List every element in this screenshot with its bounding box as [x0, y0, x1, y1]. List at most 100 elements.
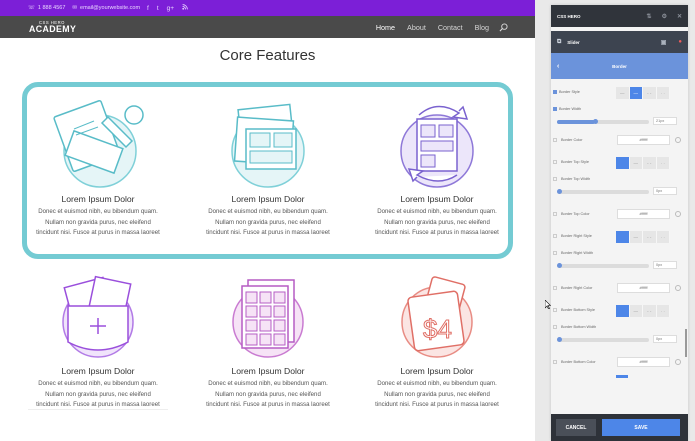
style-selector[interactable]: — - - · ·	[616, 157, 670, 169]
style-option[interactable]: —	[629, 231, 643, 243]
feature-text: Donec et euismod nibh, eu bibendum quam.…	[36, 380, 160, 408]
reset-icon[interactable]	[675, 359, 681, 365]
sync-layout-icon	[400, 105, 474, 188]
style-option[interactable]: - -	[643, 157, 657, 169]
style-option[interactable]: · ·	[656, 305, 670, 317]
style-option[interactable]: —	[629, 305, 643, 317]
style-option[interactable]: - -	[643, 305, 657, 317]
color-input[interactable]: #ffffff	[617, 283, 670, 293]
feature-text: Donec et euismod nibh, eu bibendum quam.…	[375, 208, 499, 236]
external-link-icon[interactable]: ⧉	[557, 39, 561, 46]
reset-icon[interactable]	[675, 137, 681, 143]
property-border-style: Border Style — — - - · ·	[553, 87, 679, 101]
style-selector[interactable]: — - - · ·	[616, 305, 670, 317]
property-label: Border Right Style	[561, 234, 592, 238]
style-option[interactable]: —	[629, 87, 643, 99]
reset-icon[interactable]	[675, 211, 681, 217]
color-input[interactable]: #ffffff	[617, 135, 670, 145]
width-slider[interactable]	[557, 337, 649, 342]
logo-large-text: ACADEMY	[29, 23, 77, 34]
style-selector[interactable]: — — - - · ·	[616, 87, 670, 99]
copy-icon[interactable]: ▣	[661, 39, 667, 46]
close-icon[interactable]: ✕	[677, 13, 682, 20]
width-input[interactable]: 21px	[653, 117, 677, 125]
property-border-width: Border Width 21px	[553, 107, 679, 127]
style-option[interactable]: —	[616, 87, 630, 99]
partial-row	[553, 375, 679, 381]
svg-text:$4: $4	[423, 314, 452, 344]
property-checkbox[interactable]	[553, 107, 557, 111]
phone-info: ☏ 1 888 4567	[28, 5, 65, 11]
style-option[interactable]: · ·	[656, 231, 670, 243]
property-label: Border Bottom Width	[561, 325, 597, 329]
search-icon[interactable]	[499, 22, 508, 32]
twitter-icon[interactable]: t	[157, 5, 159, 12]
nav-item-contact[interactable]: Contact	[438, 23, 463, 32]
panel-app-title: CSS HERO	[557, 13, 581, 19]
width-input[interactable]: 0px	[653, 335, 677, 343]
feature-item: Lorem Ipsum Dolor Donec et euismod nibh,…	[28, 95, 168, 239]
feature-heading: Lorem Ipsum Dolor	[400, 194, 474, 204]
element-header: ⧉ Slider ▣ ●	[551, 31, 688, 53]
style-selector[interactable]: — - - · ·	[616, 231, 670, 243]
style-option[interactable]: · ·	[656, 87, 670, 99]
facebook-icon[interactable]: f	[147, 5, 149, 12]
style-option[interactable]: —	[629, 157, 643, 169]
envelope-icon	[62, 275, 134, 358]
history-icon[interactable]: ⇅	[647, 13, 652, 20]
width-input[interactable]: 0px	[653, 261, 677, 269]
property-label: Border Bottom Style	[561, 308, 595, 312]
property-border-bottom-width: Border Bottom Width 0px	[553, 325, 679, 345]
property-border-color: Border Color #ffffff	[553, 135, 681, 147]
reset-icon[interactable]	[675, 285, 681, 291]
color-input[interactable]: #ffffff	[617, 357, 670, 367]
property-border-top-width: Border Top Width 0px	[553, 177, 679, 197]
width-slider[interactable]	[557, 263, 649, 268]
style-option[interactable]	[616, 305, 630, 317]
settings-icon[interactable]: ⚙	[662, 13, 667, 20]
property-label: Border Right Width	[561, 251, 594, 255]
cancel-button[interactable]: CANCEL	[556, 419, 596, 436]
width-slider[interactable]	[557, 119, 649, 124]
divider	[28, 409, 168, 410]
property-label: Border Top Style	[561, 160, 589, 164]
property-label: Border Width	[559, 107, 582, 111]
price-tag-icon: $4	[401, 276, 473, 358]
top-bar: ☏ 1 888 4567 ✉ email@yourwebsite.com f t…	[0, 0, 535, 16]
style-option[interactable]: - -	[643, 231, 657, 243]
feature-text: Donec et euismod nibh, eu bibendum quam.…	[206, 380, 330, 408]
style-option[interactable]	[616, 157, 630, 169]
google-plus-icon[interactable]: g+	[167, 5, 174, 12]
property-label: Border Style	[559, 90, 580, 94]
property-checkbox[interactable]	[553, 90, 557, 94]
main-navbar: CSS HERO ACADEMY Home About Contact Blog	[0, 16, 535, 38]
phone-text: 1 888 4567	[37, 5, 66, 11]
style-option[interactable]: - -	[643, 87, 657, 99]
color-input[interactable]: #ffffff	[617, 209, 670, 219]
grid-icon	[232, 279, 304, 358]
feature-item: Lorem Ipsum Dolor Donec et euismod nibh,…	[28, 272, 168, 411]
property-border-bottom-style: Border Bottom Style — - - · ·	[553, 305, 679, 319]
save-button[interactable]: SAVE	[602, 419, 680, 436]
section-header: ‹ Border	[551, 53, 688, 79]
tools-icon	[53, 100, 144, 188]
rss-icon[interactable]	[182, 4, 188, 12]
email-text: email@yourwebsite.com	[80, 5, 141, 11]
property-label: Border Color	[561, 138, 583, 142]
feature-text: Donec et euismod nibh, eu bibendum quam.…	[206, 208, 330, 236]
feature-item: Lorem Ipsum Dolor Donec et euismod nibh,…	[367, 95, 507, 239]
width-slider[interactable]	[557, 189, 649, 194]
scrollbar[interactable]	[685, 329, 687, 357]
email-info: ✉ email@yourwebsite.com	[72, 5, 140, 11]
property-border-top-color: Border Top Color #ffffff	[553, 209, 681, 221]
width-input[interactable]: 0px	[653, 187, 677, 195]
nav-item-about[interactable]: About	[407, 23, 426, 32]
delete-icon[interactable]: ●	[678, 39, 682, 46]
site-logo[interactable]: CSS HERO ACADEMY	[29, 20, 77, 34]
page-title: Core Features	[219, 47, 316, 64]
property-border-bottom-color: Border Bottom Color #ffffff	[553, 357, 681, 369]
nav-item-blog[interactable]: Blog	[475, 23, 489, 32]
style-option[interactable]	[616, 231, 630, 243]
style-option[interactable]: · ·	[656, 157, 670, 169]
nav-item-home[interactable]: Home	[376, 23, 395, 32]
